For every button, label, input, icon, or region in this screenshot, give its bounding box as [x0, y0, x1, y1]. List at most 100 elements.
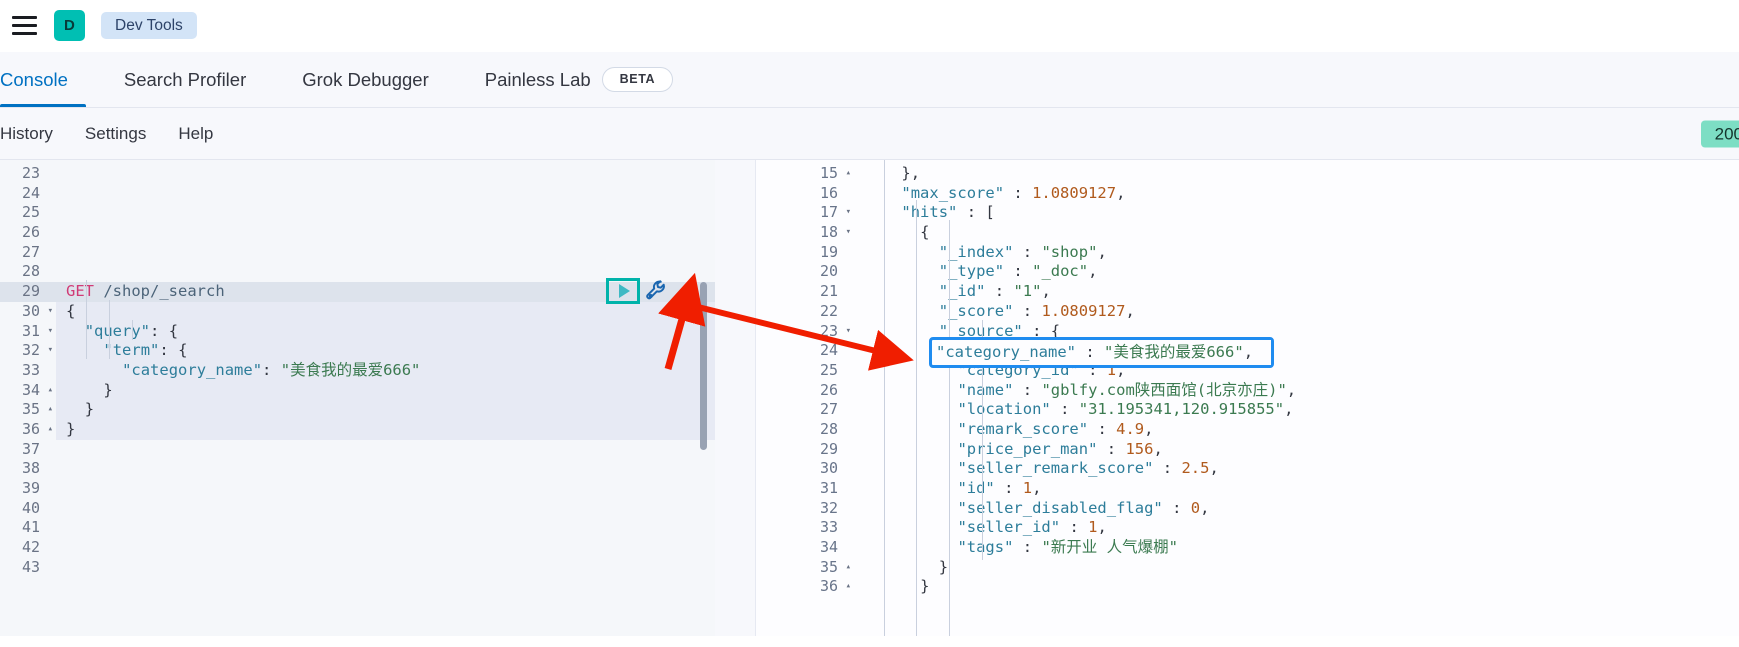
- gutter-line: 32: [819, 498, 838, 517]
- gutter-line: 26: [819, 380, 838, 399]
- gutter-line: 23: [21, 164, 40, 182]
- tab-painless-lab[interactable]: Painless Lab BETA: [457, 52, 701, 107]
- response-viewer[interactable]: 15 ▴ 16 17 ▾ 18 ▾ 19 20 21 22 23 ▾ 24 25 26 27 28 29 30 31 32…: [755, 160, 1739, 636]
- menu-item-history[interactable]: History: [0, 125, 69, 142]
- gutter-line: 30 ▾: [21, 301, 53, 320]
- pane-splitter[interactable]: ||: [715, 160, 783, 636]
- gutter-line: 28: [21, 262, 40, 281]
- editor-code[interactable]: GET /shop/_search{ "query": { "term": { …: [56, 160, 715, 636]
- gutter-line: 17 ▾: [819, 203, 851, 222]
- tab-console[interactable]: Console: [0, 52, 96, 107]
- tab-label: Grok Debugger: [302, 68, 429, 90]
- app-tabbar: Console Search Profiler Grok Debugger Painl…: [0, 52, 1739, 108]
- code-line: "seller_disabled_flag" : 0,: [957, 498, 1210, 517]
- gutter-line: 33: [21, 360, 40, 379]
- gutter-line: 25: [819, 360, 838, 379]
- gutter-line: 27: [21, 242, 40, 261]
- code-line: "remark_score" : 4.9,: [957, 419, 1154, 438]
- editor-gutter: 23 24 25 26 27 28 29 30 ▾ 31 ▾ 32 ▾ 33 34 ▴ 35 ▴ 36 ▴ 37 38 39…: [0, 160, 56, 636]
- status-badge: 200: [1700, 120, 1739, 147]
- response-gutter: 15 ▴ 16 17 ▾ 18 ▾ 19 20 21 22 23 ▾ 24 25 26 27 28 29 30 31 32…: [784, 160, 854, 636]
- gutter-line: 39: [21, 479, 40, 497]
- gutter-line: 23 ▾: [819, 321, 851, 340]
- beta-badge: BETA: [601, 67, 674, 92]
- code-line: "seller_remark_score" : 2.5,: [957, 459, 1219, 478]
- breadcrumb[interactable]: Dev Tools: [101, 11, 197, 40]
- console-menubar: History Settings Help 200: [0, 108, 1739, 160]
- space-avatar[interactable]: D: [54, 10, 85, 41]
- tab-label: Search Profiler: [123, 68, 247, 90]
- gutter-line: 32 ▾: [21, 341, 53, 360]
- code-line: "_score" : 1.0809127,: [938, 301, 1135, 320]
- gutter-line: 16: [819, 183, 838, 202]
- wrench-icon[interactable]: [644, 278, 670, 304]
- gutter-line: 31 ▾: [21, 321, 53, 340]
- gutter-line: 43: [21, 557, 40, 576]
- menu-item-settings[interactable]: Settings: [69, 125, 162, 142]
- code-line: }: [920, 577, 930, 596]
- line-action-buttons[interactable]: [606, 278, 670, 305]
- code-line: {: [56, 301, 715, 322]
- code-line: "location" : "31.195341,120.915855",: [957, 400, 1294, 419]
- gutter-line: 40: [21, 498, 40, 517]
- menu-item-help[interactable]: Help: [162, 125, 229, 142]
- code-line: {: [920, 223, 930, 242]
- console-workspace: 23 24 25 26 27 28 29 30 ▾ 31 ▾ 32 ▾ 33 34 ▴ 35 ▴ 36 ▴ 37 38 39…: [0, 160, 1739, 636]
- gutter-line: 37: [21, 439, 40, 458]
- gutter-line: 34 ▴: [21, 380, 53, 399]
- tab-label: Painless Lab: [484, 68, 591, 90]
- tab-label: Console: [0, 68, 68, 90]
- code-line: "term": {: [56, 341, 715, 361]
- gutter-line: 36 ▴: [21, 419, 53, 438]
- code-line: "category_name" : "美食我的最爱666",: [957, 341, 1275, 360]
- gutter-line: 24: [21, 183, 40, 202]
- gutter-line: 38: [21, 459, 40, 478]
- code-line: "query": {: [56, 321, 715, 342]
- gutter-line: 28: [819, 419, 838, 438]
- code-line: "max_score" : 1.0809127,: [901, 183, 1126, 202]
- gutter-line: 20: [819, 262, 838, 281]
- hamburger-icon[interactable]: [6, 8, 42, 44]
- gutter-line: 25: [21, 203, 40, 222]
- code-line: "_source" : {: [938, 321, 1061, 340]
- code-line: }: [938, 557, 949, 576]
- code-line: }: [56, 380, 715, 401]
- dev-tools-console-page: D Dev Tools Console Search Profiler Grok D…: [0, 0, 1739, 647]
- request-editor[interactable]: 23 24 25 26 27 28 29 30 ▾ 31 ▾ 32 ▾ 33 34 ▴ 35 ▴ 36 ▴ 37 38 39…: [0, 160, 715, 636]
- gutter-line: 19: [819, 242, 838, 261]
- global-header: D Dev Tools: [0, 0, 1739, 52]
- code-line: }: [56, 419, 715, 440]
- gutter-line: 34: [819, 538, 838, 557]
- gutter-line: 21: [819, 282, 838, 301]
- gutter-line: 35 ▴: [21, 400, 53, 419]
- play-icon[interactable]: [606, 278, 640, 305]
- gutter-line: 41: [21, 518, 40, 537]
- gutter-line: 31: [819, 479, 838, 497]
- code-line: "seller_id" : 1,: [957, 518, 1107, 537]
- tab-search-profiler[interactable]: Search Profiler: [96, 52, 274, 107]
- code-line: "id" : 1,: [957, 479, 1042, 497]
- editor-scrollbar[interactable]: [700, 282, 707, 450]
- code-line: "category_name": "美食我的最爱666": [56, 360, 715, 381]
- code-line: "_type" : "_doc",: [938, 262, 1098, 281]
- gutter-line: 33: [819, 518, 838, 537]
- code-line: "price_per_man" : 156,: [957, 439, 1163, 458]
- gutter-line: 29: [0, 282, 56, 302]
- code-line: "_index" : "shop",: [938, 242, 1107, 261]
- tab-grok-debugger[interactable]: Grok Debugger: [274, 52, 456, 107]
- code-line: "_id" : "1",: [938, 282, 1051, 301]
- gutter-line: 24: [819, 341, 838, 360]
- gutter-line: 27: [819, 400, 838, 419]
- gutter-line: 35 ▴: [819, 557, 851, 576]
- gutter-line: 30: [819, 459, 838, 478]
